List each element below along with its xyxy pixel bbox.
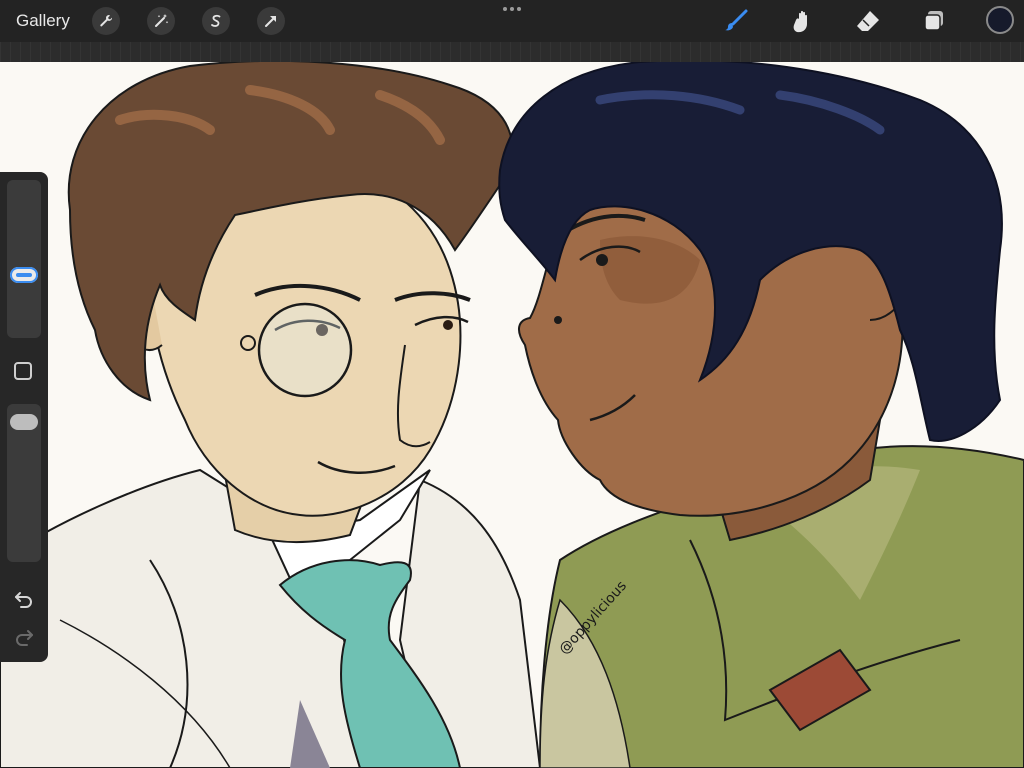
drawing-canvas[interactable]: @oppylicious xyxy=(0,62,1024,768)
canvas-ruler-strip xyxy=(0,42,1024,62)
selection-icon xyxy=(211,14,221,27)
monocle xyxy=(257,302,353,398)
wrench-icon xyxy=(100,14,113,27)
left-sidebar xyxy=(0,172,48,662)
selection-button[interactable] xyxy=(202,7,230,35)
artwork-illustration: @oppylicious xyxy=(0,62,1024,768)
undo-icon[interactable] xyxy=(13,588,35,610)
eraser-icon xyxy=(857,11,879,31)
smudge-tool-button[interactable] xyxy=(786,7,816,35)
brush-icon xyxy=(725,9,748,31)
brush-size-thumb[interactable] xyxy=(10,267,38,284)
magic-wand-icon xyxy=(155,14,169,27)
eraser-tool-button[interactable] xyxy=(853,7,883,35)
transform-button[interactable] xyxy=(257,7,285,35)
redo-icon[interactable] xyxy=(13,626,35,648)
opacity-thumb[interactable] xyxy=(10,413,38,430)
smudge-icon xyxy=(793,10,807,33)
layers-icon xyxy=(924,11,943,31)
transform-arrow-icon xyxy=(265,16,276,27)
opacity-slider[interactable] xyxy=(7,404,41,562)
adjustments-button[interactable] xyxy=(147,7,175,35)
color-picker-button[interactable] xyxy=(986,6,1014,34)
layers-button[interactable] xyxy=(919,7,949,35)
gallery-button[interactable]: Gallery xyxy=(16,10,70,32)
actions-button[interactable] xyxy=(92,7,120,35)
brush-size-slider[interactable] xyxy=(7,180,41,338)
top-toolbar: Gallery xyxy=(0,0,1024,42)
brush-tool-button[interactable] xyxy=(721,7,751,35)
more-options-icon[interactable] xyxy=(500,4,524,14)
modify-square-icon[interactable] xyxy=(14,362,32,380)
